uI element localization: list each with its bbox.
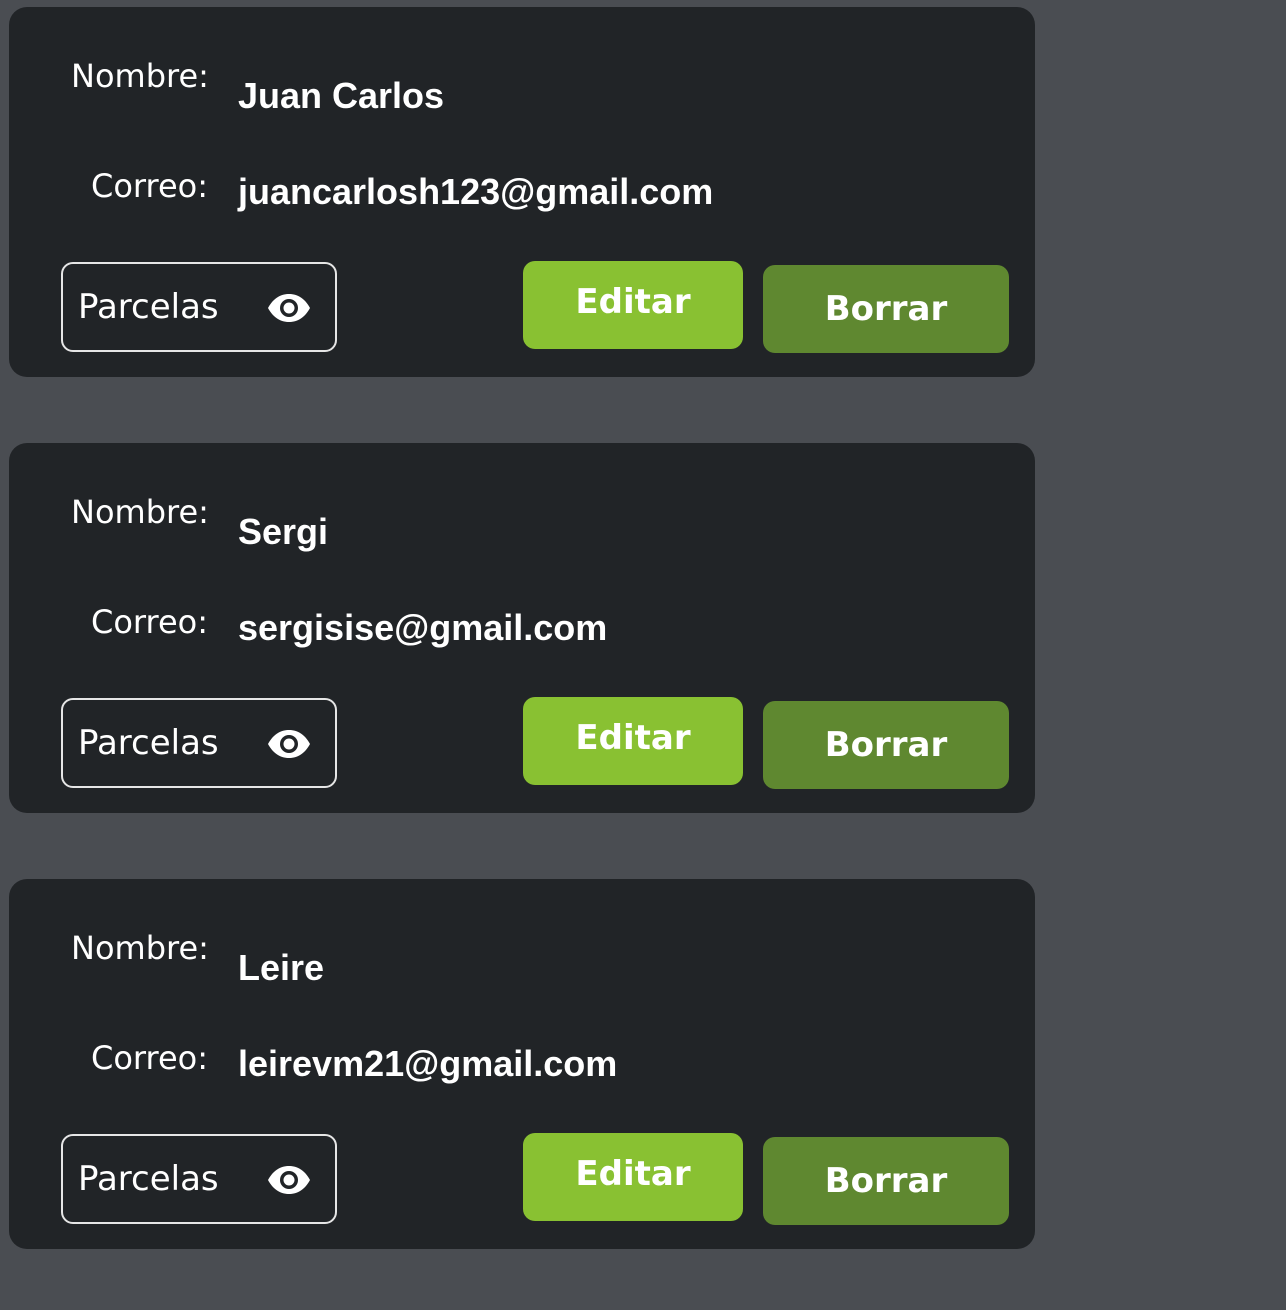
correo-label: Correo: — [91, 603, 209, 641]
user-card: Nombre: Juan Carlos Correo: juancarlosh1… — [9, 7, 1035, 377]
parcelas-button-label: Parcelas — [78, 1159, 219, 1199]
editar-button[interactable]: Editar — [523, 261, 743, 349]
nombre-label: Nombre: — [71, 57, 209, 95]
borrar-button[interactable]: Borrar — [763, 701, 1009, 789]
correo-value: leirevm21@gmail.com — [238, 1043, 618, 1084]
nombre-value: Leire — [238, 947, 325, 988]
parcelas-button[interactable]: Parcelas — [61, 698, 337, 788]
borrar-button[interactable]: Borrar — [763, 1137, 1009, 1225]
editar-button[interactable]: Editar — [523, 697, 743, 785]
nombre-value: Juan Carlos — [238, 75, 445, 116]
eye-icon — [268, 1166, 310, 1194]
user-card: Nombre: Leire Correo: leirevm21@gmail.co… — [9, 879, 1035, 1249]
editar-button[interactable]: Editar — [523, 1133, 743, 1221]
borrar-button[interactable]: Borrar — [763, 265, 1009, 353]
nombre-label: Nombre: — [71, 929, 209, 967]
parcelas-button-label: Parcelas — [78, 287, 219, 327]
correo-label: Correo: — [91, 167, 209, 205]
correo-value: juancarlosh123@gmail.com — [238, 171, 714, 212]
parcelas-button[interactable]: Parcelas — [61, 262, 337, 352]
user-card: Nombre: Sergi Correo: sergisise@gmail.co… — [9, 443, 1035, 813]
correo-value: sergisise@gmail.com — [238, 607, 608, 648]
correo-label: Correo: — [91, 1039, 209, 1077]
nombre-value: Sergi — [238, 511, 329, 552]
parcelas-button[interactable]: Parcelas — [61, 1134, 337, 1224]
nombre-label: Nombre: — [71, 493, 209, 531]
parcelas-button-label: Parcelas — [78, 723, 219, 763]
eye-icon — [268, 294, 310, 322]
eye-icon — [268, 730, 310, 758]
